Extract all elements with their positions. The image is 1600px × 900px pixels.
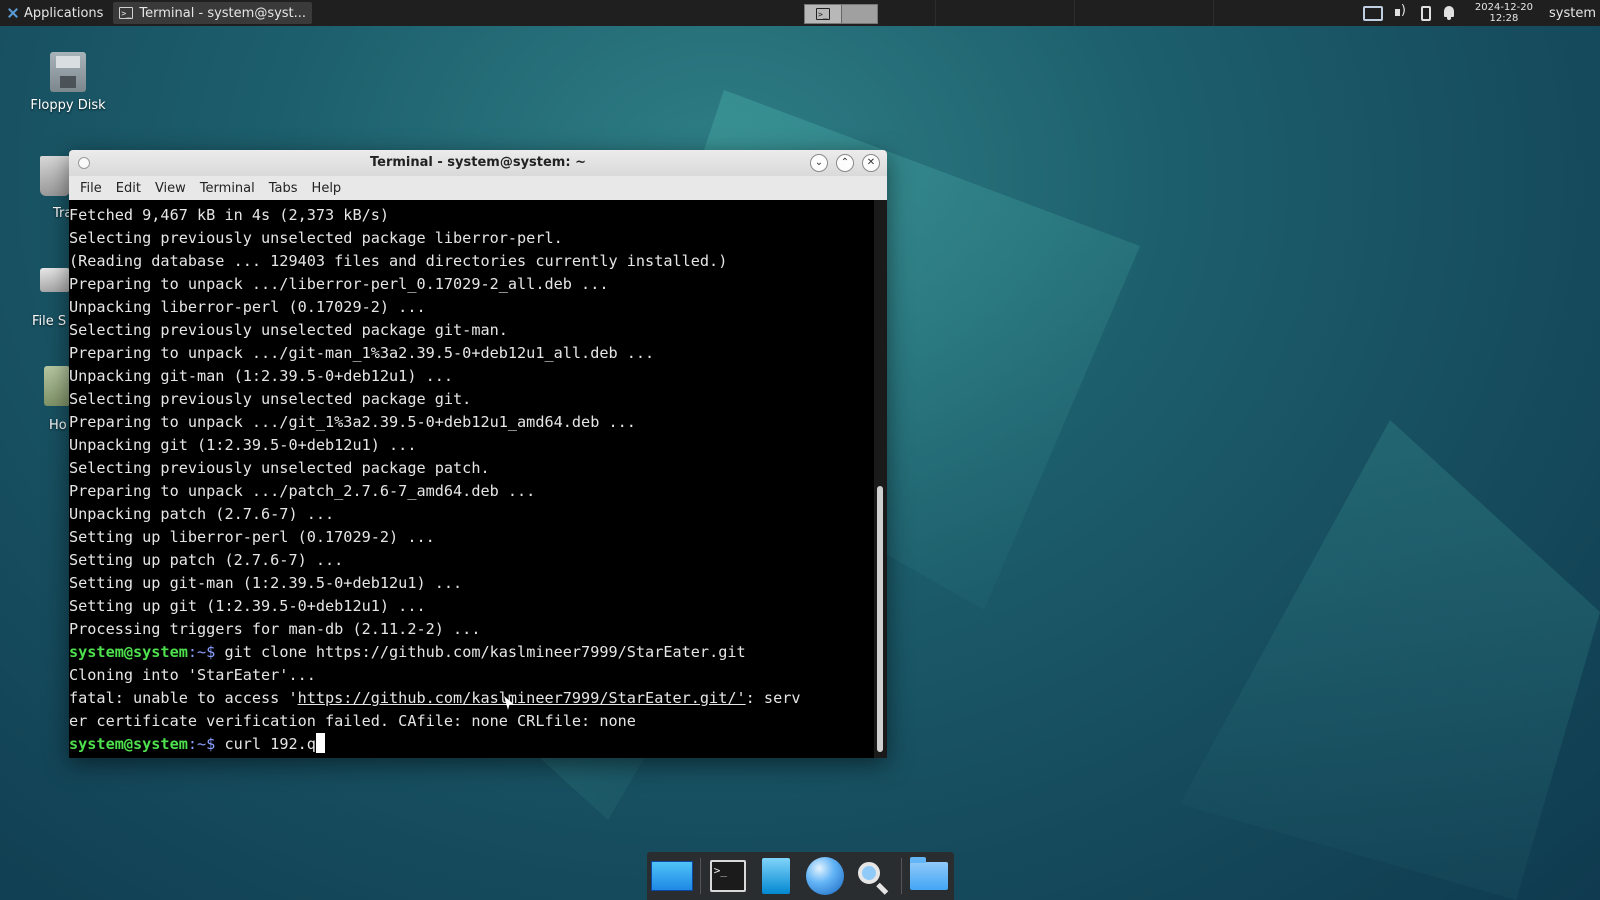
window-title: Terminal - system@system: ~	[370, 155, 586, 170]
taskbar-terminal-label: Terminal - system@syst...	[139, 5, 307, 21]
applications-menu[interactable]: Applications	[0, 0, 109, 26]
menu-edit[interactable]: Edit	[109, 181, 148, 196]
dock: >_	[647, 852, 954, 900]
notification-bell-icon[interactable]	[1441, 5, 1459, 21]
close-button[interactable]: ✕	[862, 154, 880, 172]
desktop-icon-label: Floppy Disk	[30, 98, 106, 113]
dock-folder[interactable]	[908, 855, 951, 897]
terminal-icon: >_	[816, 8, 830, 20]
terminal-icon: >_	[119, 7, 134, 19]
output-line: Selecting previously unselected package …	[69, 321, 508, 339]
dock-file-manager[interactable]	[755, 855, 798, 897]
dock-separator	[900, 858, 902, 894]
minimize-button[interactable]: ⌄	[810, 154, 828, 172]
scrollbar[interactable]	[874, 200, 887, 758]
desktop-icon-label: Ho	[49, 418, 67, 433]
menu-terminal[interactable]: Terminal	[193, 181, 262, 196]
output-line: Preparing to unpack .../git_1%3a2.39.5-0…	[69, 413, 636, 431]
wallpaper-facet	[1180, 420, 1600, 900]
volume-icon[interactable]	[1393, 3, 1411, 21]
folder-icon	[909, 857, 948, 890]
prompt-user: system@system	[69, 643, 188, 661]
output-line: Setting up patch (2.7.6-7) ...	[69, 551, 344, 569]
desktop-icon-home[interactable]: Ho	[0, 366, 70, 433]
prompt-user: system@system	[69, 735, 188, 753]
desktop-icon-floppy[interactable]: Floppy Disk	[18, 52, 118, 113]
dock-web-browser[interactable]	[804, 855, 847, 897]
output-line: Preparing to unpack .../git-man_1%3a2.39…	[69, 344, 655, 362]
file-manager-icon	[762, 858, 791, 894]
output-line: Setting up git (1:2.39.5-0+deb12u1) ...	[69, 597, 426, 615]
output-line: Selecting previously unselected package …	[69, 459, 490, 477]
desktop-icon-filesystem[interactable]: File S	[0, 258, 70, 329]
clock[interactable]: 2024-12-20 12:28	[1475, 2, 1533, 24]
prompt-line-current: system@system:~$ curl 192.q	[69, 733, 874, 756]
output-line: Unpacking git-man (1:2.39.5-0+deb12u1) .…	[69, 367, 454, 385]
trash-icon	[40, 156, 70, 196]
xfce-logo-icon	[6, 6, 20, 20]
clock-time: 12:28	[1489, 13, 1519, 24]
error-prefix: fatal: unable to access '	[69, 689, 298, 707]
error-url-link[interactable]: https://github.com/kaslmineer7999/StarEa…	[298, 689, 746, 707]
search-icon	[858, 862, 881, 884]
prompt-line: system@system:~$ git clone https://githu…	[69, 641, 874, 664]
workspace-1[interactable]: >_	[805, 5, 842, 23]
show-desktop-icon	[651, 861, 694, 891]
top-panel: Applications >_ Terminal - system@syst..…	[0, 0, 1600, 26]
battery-icon[interactable]	[1420, 5, 1431, 21]
applications-label: Applications	[24, 5, 104, 21]
workspace-2[interactable]	[841, 5, 877, 23]
panel-separators	[935, 0, 1352, 26]
output-line: Unpacking liberror-perl (0.17029-2) ...	[69, 298, 426, 316]
dock-terminal[interactable]: >_	[706, 855, 749, 897]
network-icon[interactable]	[1362, 5, 1383, 21]
text-cursor	[315, 733, 325, 753]
prompt-path: :~$	[187, 643, 225, 661]
home-folder-icon	[44, 366, 70, 406]
output-line: Preparing to unpack .../patch_2.7.6-7_am…	[69, 482, 536, 500]
output-line: Unpacking patch (2.7.6-7) ...	[69, 505, 335, 523]
clock-date: 2024-12-20	[1474, 2, 1533, 13]
dock-show-desktop[interactable]	[651, 855, 694, 897]
desktop-icon-trash[interactable]: Tra	[0, 156, 72, 221]
output-line: Processing triggers for man-db (2.11.2-2…	[69, 620, 481, 638]
error-line: fatal: unable to access 'https://github.…	[69, 687, 874, 710]
menu-tabs[interactable]: Tabs	[262, 181, 305, 196]
command-text: git clone https://github.com/kaslmineer7…	[224, 643, 746, 661]
system-tray: 2024-12-20 12:28 system	[1362, 0, 1600, 26]
output-line: Selecting previously unselected package …	[69, 229, 563, 247]
output-line: Unpacking git (1:2.39.5-0+deb12u1) ...	[69, 436, 417, 454]
output-line: Selecting previously unselected package …	[69, 390, 472, 408]
web-browser-icon	[805, 857, 844, 895]
terminal-icon: >_	[709, 860, 746, 892]
scrollbar-thumb[interactable]	[877, 486, 883, 752]
menu-file[interactable]: File	[73, 181, 109, 196]
output-line: Cloning into 'StarEater'...	[69, 666, 316, 684]
output-line: Preparing to unpack .../liberror-perl_0.…	[69, 275, 609, 293]
output-line: er certificate verification failed. CAfi…	[69, 712, 636, 730]
desktop-icon-label: File S	[32, 314, 67, 329]
output-line: (Reading database ... 129403 files and d…	[69, 252, 728, 270]
output-line: Setting up git-man (1:2.39.5-0+deb12u1) …	[69, 574, 463, 592]
output-line: Setting up liberror-perl (0.17029-2) ...	[69, 528, 435, 546]
taskbar-terminal-button[interactable]: >_ Terminal - system@syst...	[113, 2, 313, 24]
error-suffix: : serv	[745, 689, 801, 707]
menubar: File Edit View Terminal Tabs Help	[69, 176, 887, 200]
workspace-switcher[interactable]: >_	[804, 4, 878, 24]
output-line: Fetched 9,467 kB in 4s (2,373 kB/s)	[69, 206, 390, 224]
dock-app-finder[interactable]	[852, 855, 895, 897]
terminal-window: Terminal - system@system: ~ ⌄ ⌃ ✕ File E…	[69, 150, 887, 758]
prompt-path: :~$	[187, 735, 225, 753]
terminal-output[interactable]: Fetched 9,467 kB in 4s (2,373 kB/s) Sele…	[69, 200, 874, 758]
current-input[interactable]: curl 192.q	[224, 735, 315, 753]
user-menu[interactable]: system	[1549, 6, 1596, 21]
maximize-button[interactable]: ⌃	[836, 154, 854, 172]
menu-view[interactable]: View	[148, 181, 193, 196]
floppy-disk-icon	[50, 52, 86, 92]
drive-icon	[40, 268, 70, 292]
window-titlebar[interactable]: Terminal - system@system: ~ ⌄ ⌃ ✕	[69, 150, 887, 176]
dock-separator	[699, 858, 701, 894]
menu-help[interactable]: Help	[305, 181, 349, 196]
